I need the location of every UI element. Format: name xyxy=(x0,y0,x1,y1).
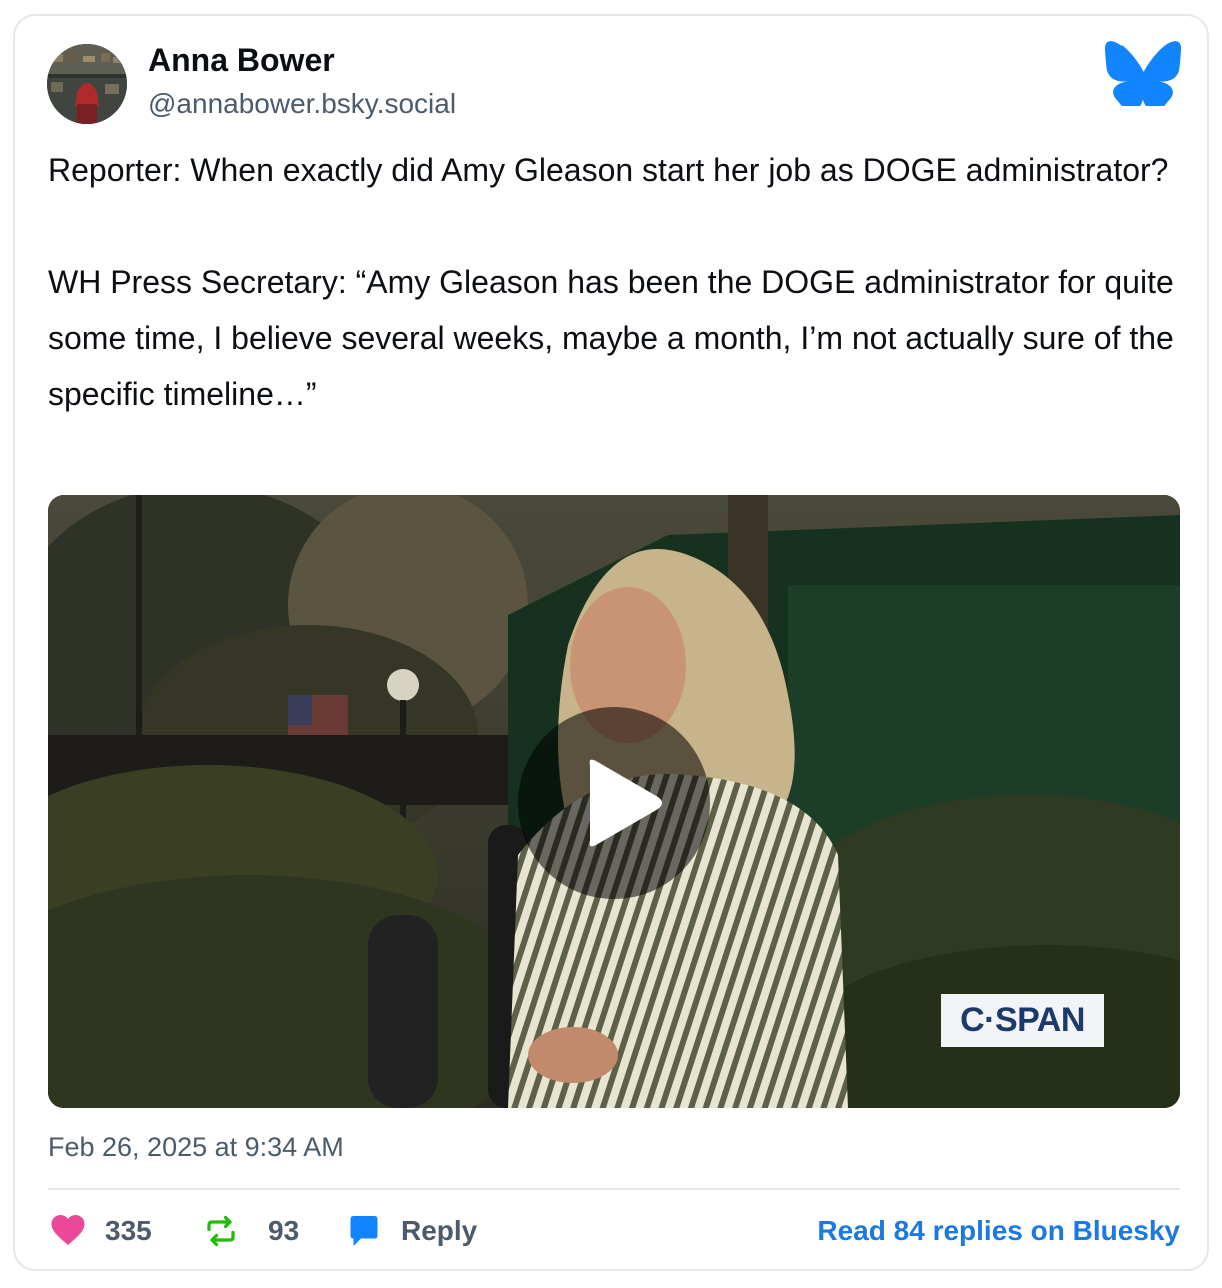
post-card: Anna Bower @annabower.bsky.social Report… xyxy=(13,14,1209,1271)
post-paragraph-answer: WH Press Secretary: “Amy Gleason has bee… xyxy=(48,264,1174,412)
cspan-watermark: C·SPAN xyxy=(941,994,1104,1047)
video-player[interactable]: C·SPAN xyxy=(48,495,1180,1108)
avatar-image xyxy=(47,44,127,124)
post-paragraph-question: Reporter: When exactly did Amy Gleason s… xyxy=(48,152,1169,188)
post-text: Reporter: When exactly did Amy Gleason s… xyxy=(48,142,1188,422)
author-name[interactable]: Anna Bower xyxy=(148,42,335,79)
play-icon xyxy=(589,759,662,847)
post-timestamp[interactable]: Feb 26, 2025 at 9:34 AM xyxy=(48,1132,344,1163)
bluesky-butterfly-icon[interactable] xyxy=(1104,40,1182,112)
repost-button[interactable]: 93 xyxy=(203,1206,323,1256)
action-bar: 335 93 Reply Read 84 replies on Bluesky xyxy=(48,1206,1180,1256)
avatar[interactable] xyxy=(47,44,127,124)
play-button[interactable] xyxy=(518,707,710,899)
repost-icon xyxy=(207,1215,235,1247)
repost-count: 93 xyxy=(268,1215,300,1246)
heart-icon xyxy=(51,1215,85,1245)
like-button[interactable]: 335 xyxy=(48,1206,178,1256)
reply-label: Reply xyxy=(401,1215,478,1246)
reply-button[interactable]: Reply xyxy=(346,1206,486,1256)
author-handle[interactable]: @annabower.bsky.social xyxy=(148,88,456,120)
read-replies-link[interactable]: Read 84 replies on Bluesky xyxy=(817,1215,1180,1247)
like-count: 335 xyxy=(105,1215,152,1246)
reply-bubble-icon xyxy=(350,1216,378,1246)
divider xyxy=(48,1188,1180,1190)
